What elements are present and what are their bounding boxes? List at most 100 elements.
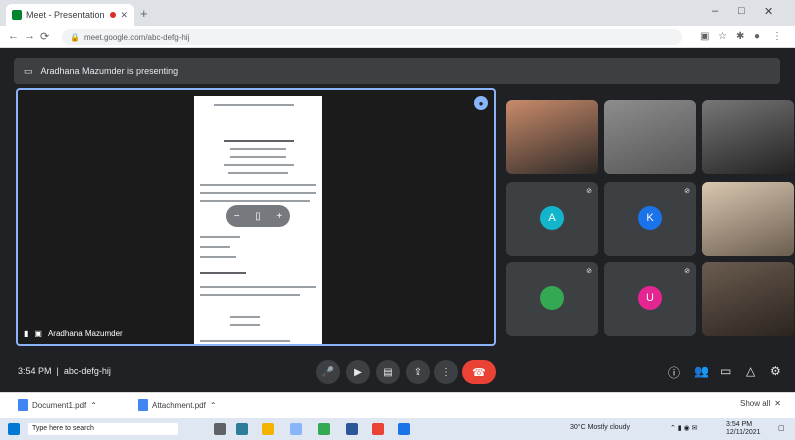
doc-title-line [224, 140, 294, 142]
screen-share-icon: ▣ [34, 329, 42, 338]
present-now-button[interactable]: ⇪ [406, 360, 430, 384]
app-icon[interactable] [398, 423, 410, 435]
doc-line [200, 236, 240, 238]
pin-icon[interactable]: ● [474, 96, 488, 110]
participant-video [702, 262, 794, 336]
participant-tile[interactable]: A ⊘ [506, 182, 598, 256]
app-icon[interactable] [372, 423, 384, 435]
chevron-up-icon[interactable]: ⌃ [210, 401, 217, 410]
task-view-icon[interactable] [214, 423, 226, 435]
doc-line [200, 294, 300, 296]
zoom-in-icon[interactable]: + [276, 211, 282, 222]
meeting-details-icon[interactable]: ⓘ [668, 364, 680, 381]
activities-icon[interactable]: △ [746, 364, 755, 378]
profile-icon[interactable]: ● [754, 31, 760, 42]
pdf-toolbar[interactable]: − ▯ + [226, 205, 290, 227]
meeting-info: 3:54 PM | abc-defg-hij [18, 366, 111, 376]
bookmark-star-icon[interactable]: ☆ [718, 31, 727, 42]
participant-avatar [540, 286, 564, 310]
address-bar-row: ← → ⟳ 🔒 meet.google.com/abc-defg-hij ▣ ☆… [0, 26, 795, 48]
mic-icon: ▮ [24, 329, 29, 338]
more-options-button[interactable]: ⋮ [434, 360, 458, 384]
close-download-bar-icon[interactable]: ✕ [774, 399, 781, 408]
browser-tab[interactable]: Meet - Presentation ✕ [6, 4, 134, 26]
download-name: Attachment.pdf [152, 400, 206, 410]
page-icon[interactable]: ▯ [255, 211, 261, 222]
participant-tile[interactable]: ⊘ [506, 262, 598, 336]
participant-tile[interactable] [702, 262, 794, 336]
doc-signature-line [230, 316, 260, 318]
presenting-banner-text: Aradhana Mazumder is presenting [40, 66, 179, 76]
store-icon[interactable] [290, 423, 302, 435]
captions-button[interactable]: ▤ [376, 360, 400, 384]
minimize-button[interactable]: – [712, 5, 718, 17]
taskbar-clock[interactable]: 3:54 PM 12/11/2021 [726, 421, 761, 437]
tray-icons[interactable]: ⌃ ▮ ◉ ✉ [670, 424, 698, 432]
weather-status[interactable]: 30°C Mostly cloudy [570, 424, 630, 431]
meet-window: ▭ Aradhana Mazumder is presenting − ▯ + … [0, 48, 795, 392]
participant-tile[interactable] [702, 100, 794, 174]
doc-line [224, 164, 294, 166]
participant-avatar: U [638, 286, 662, 310]
windows-start-icon[interactable] [8, 423, 20, 435]
presentation-stage[interactable]: − ▯ + ● ▮ ▣ Aradhana Mazumder [16, 88, 496, 346]
extension-icon[interactable]: ✱ [736, 31, 744, 42]
maximize-button[interactable]: □ [738, 5, 745, 17]
doc-line [200, 184, 316, 186]
url-input[interactable]: 🔒 meet.google.com/abc-defg-hij [62, 29, 682, 45]
phone-hangup-icon: ☎ [472, 366, 486, 379]
chrome-icon[interactable] [318, 423, 330, 435]
notification-icon[interactable]: ▢ [778, 424, 785, 432]
edge-icon[interactable] [236, 423, 248, 435]
meeting-code: abc-defg-hij [63, 366, 111, 376]
captions-icon: ▤ [383, 366, 393, 378]
presenting-banner: ▭ Aradhana Mazumder is presenting [14, 58, 780, 84]
file-explorer-icon[interactable] [262, 423, 274, 435]
back-icon[interactable]: ← [8, 30, 19, 42]
participant-video [604, 100, 696, 174]
people-icon[interactable]: 👥 [694, 364, 709, 378]
more-vert-icon: ⋮ [441, 366, 451, 378]
new-tab-button[interactable]: + [140, 6, 148, 21]
doc-line [230, 156, 286, 158]
close-window-button[interactable]: ✕ [764, 5, 773, 18]
show-all-downloads[interactable]: Show all ✕ [740, 399, 781, 408]
doc-line [200, 286, 316, 288]
zoom-out-icon[interactable]: − [234, 211, 240, 222]
participant-avatar: A [540, 206, 564, 230]
participant-tile[interactable]: U ⊘ [604, 262, 696, 336]
close-tab-icon[interactable]: ✕ [120, 10, 128, 21]
meet-favicon-icon [12, 10, 22, 20]
word-icon[interactable] [346, 423, 358, 435]
clock-time: 3:54 PM [726, 421, 753, 428]
download-item[interactable]: Document1.pdf ⌃ [18, 399, 97, 411]
download-item[interactable]: Attachment.pdf ⌃ [138, 399, 217, 411]
host-controls-icon[interactable]: ⚙ [770, 364, 781, 378]
microphone-icon: 🎤 [321, 366, 335, 378]
participant-video [702, 182, 794, 256]
camera-button[interactable]: ▶ [346, 360, 370, 384]
browser-tab-bar: Meet - Presentation ✕ + – □ ✕ [0, 0, 795, 26]
forward-icon[interactable]: → [24, 30, 35, 42]
pdf-file-icon [138, 399, 148, 411]
chevron-up-icon[interactable]: ⌃ [90, 401, 97, 410]
participant-avatar: K [638, 206, 662, 230]
microphone-button[interactable]: 🎤 [316, 360, 340, 384]
download-name: Document1.pdf [32, 400, 87, 410]
camera-icon[interactable]: ▣ [700, 31, 709, 42]
pdf-file-icon [18, 399, 28, 411]
leave-call-button[interactable]: ☎ [462, 360, 496, 384]
download-bar: Document1.pdf ⌃ Attachment.pdf ⌃ Show al… [0, 392, 795, 418]
chat-icon[interactable]: ▭ [720, 364, 731, 378]
taskbar-search-box[interactable]: Type here to search [28, 423, 178, 435]
browser-menu-icon[interactable]: ⋮ [772, 31, 782, 42]
url-text: meet.google.com/abc-defg-hij [83, 32, 190, 42]
reload-icon[interactable]: ⟳ [40, 30, 49, 43]
doc-line [200, 256, 236, 258]
participant-tile[interactable] [604, 100, 696, 174]
participant-tile[interactable] [506, 100, 598, 174]
participant-tile[interactable] [702, 182, 794, 256]
mic-off-icon: ⊘ [586, 268, 592, 275]
participant-tile[interactable]: K ⊘ [604, 182, 696, 256]
doc-line [200, 246, 230, 248]
